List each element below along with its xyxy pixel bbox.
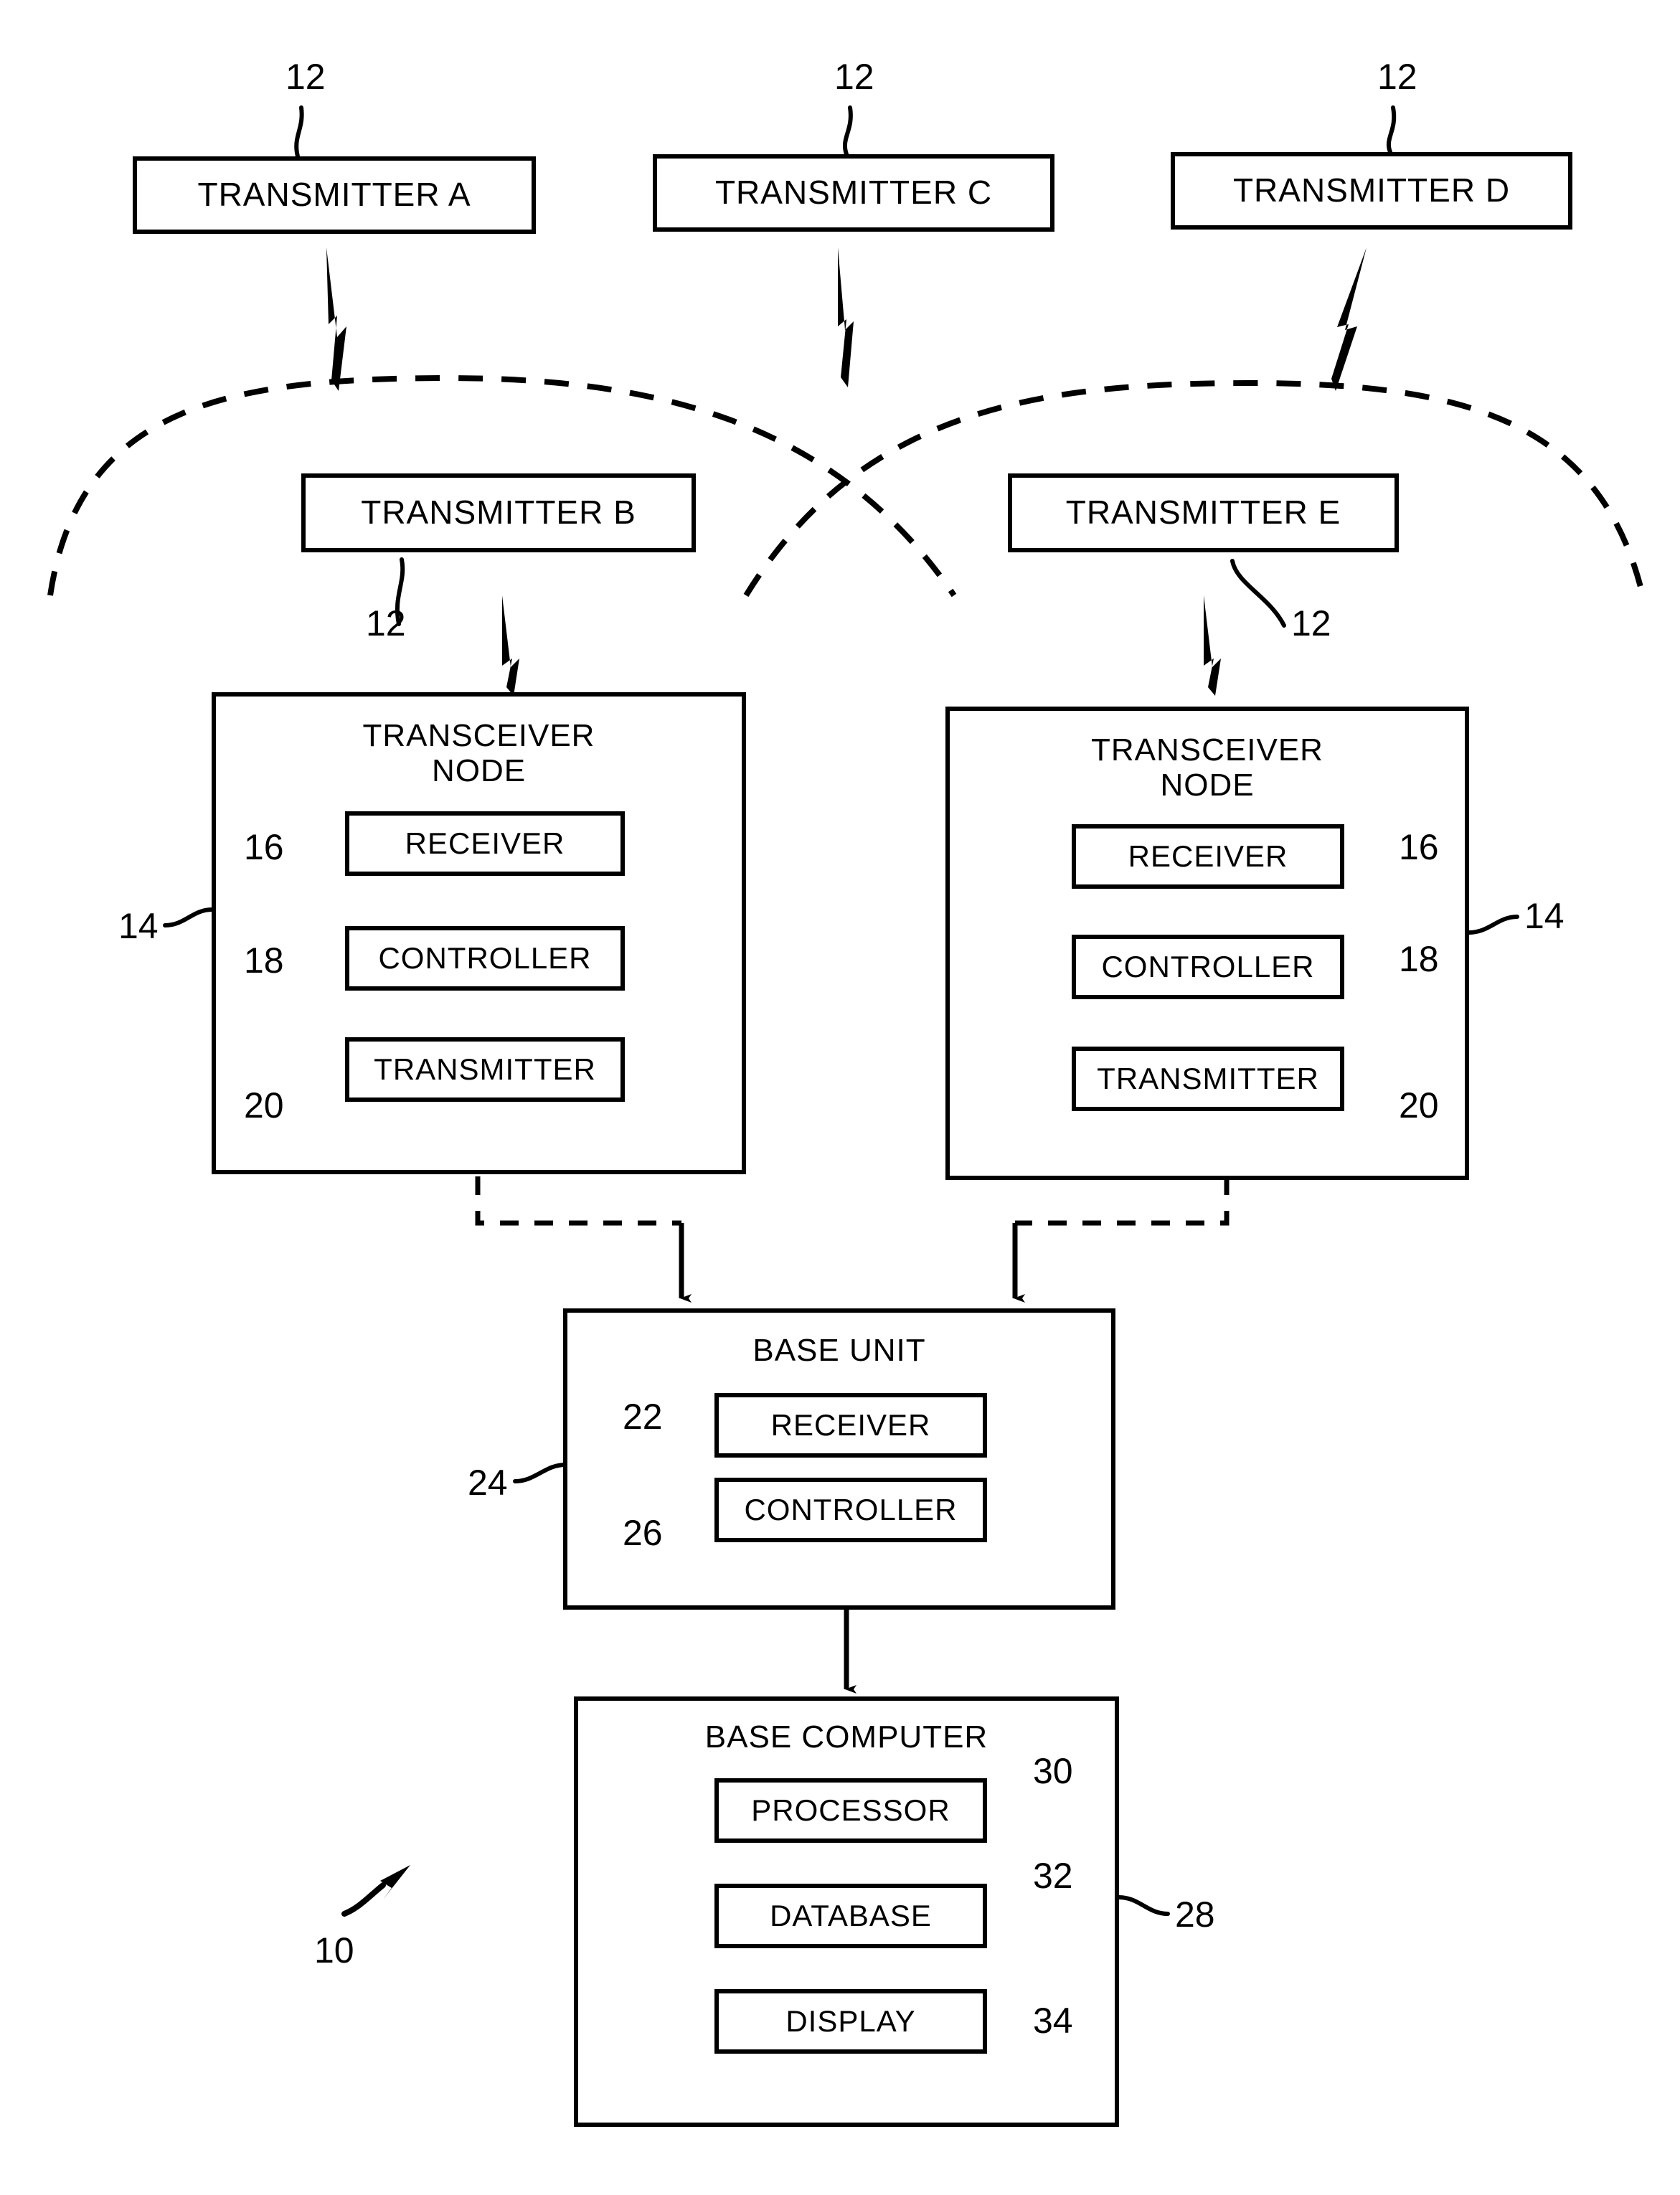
ref-20-right: 20: [1399, 1085, 1439, 1125]
transceiver-node-left-title: TRANSCEIVER NODE: [216, 718, 742, 789]
system-ref-arrow: [341, 1865, 410, 1917]
transceiver-node-left-title-line1: TRANSCEIVER: [362, 718, 595, 753]
transmitter-d-box: TRANSMITTER D: [1171, 152, 1572, 230]
transceiver-node-right-title-line2: NODE: [1160, 768, 1255, 803]
transceiver-node-left: TRANSCEIVER NODE RECEIVER CONTROLLER TRA…: [212, 692, 746, 1174]
base-computer-database-label: DATABASE: [770, 1899, 932, 1933]
ref-16-right: 16: [1399, 827, 1439, 867]
transceiver-node-left-transmitter-label: TRANSMITTER: [374, 1052, 596, 1087]
ref-28: 28: [1175, 1894, 1215, 1935]
transceiver-node-right-receiver-label: RECEIVER: [1128, 839, 1288, 874]
ref-16-left: 16: [244, 827, 284, 867]
ref-12-transmitter-b: 12: [366, 603, 406, 643]
transmitter-b-box: TRANSMITTER B: [301, 473, 696, 552]
transmitter-c-box: TRANSMITTER C: [653, 154, 1054, 232]
transceiver-node-left-controller-label: CONTROLLER: [378, 941, 592, 976]
ref-34: 34: [1033, 2001, 1073, 2041]
ref-32: 32: [1033, 1856, 1073, 1896]
ref-12-transmitter-d: 12: [1377, 57, 1417, 97]
transmitter-e-box: TRANSMITTER E: [1008, 473, 1399, 552]
transmitter-a-box: TRANSMITTER A: [133, 156, 536, 234]
transmitter-d-label: TRANSMITTER D: [1232, 171, 1511, 209]
base-unit: BASE UNIT RECEIVER CONTROLLER: [563, 1308, 1115, 1610]
base-computer-processor: PROCESSOR: [714, 1778, 987, 1843]
transceiver-node-left-transmitter: TRANSMITTER: [345, 1037, 625, 1102]
base-unit-receiver: RECEIVER: [714, 1393, 987, 1458]
base-computer-title: BASE COMPUTER: [704, 1719, 988, 1755]
base-computer-display: DISPLAY: [714, 1989, 987, 2054]
ref-10-system: 10: [314, 1930, 354, 1970]
ref-22: 22: [623, 1397, 663, 1437]
transmitter-a-label: TRANSMITTER A: [197, 176, 471, 214]
transmitter-c-label: TRANSMITTER C: [714, 174, 993, 212]
ref-14-right: 14: [1524, 896, 1565, 936]
transceiver-node-right-transmitter-label: TRANSMITTER: [1097, 1062, 1319, 1096]
transceiver-node-right-controller-label: CONTROLLER: [1101, 950, 1315, 984]
transceiver-node-left-controller: CONTROLLER: [345, 926, 625, 991]
ref-26: 26: [623, 1513, 663, 1553]
transmitter-b-label: TRANSMITTER B: [361, 494, 636, 532]
transceiver-node-right-receiver: RECEIVER: [1072, 824, 1344, 889]
transceiver-node-left-receiver: RECEIVER: [345, 811, 625, 876]
transceiver-node-right-transmitter: TRANSMITTER: [1072, 1047, 1344, 1111]
ref-18-left: 18: [244, 940, 284, 981]
ref-12-transmitter-e: 12: [1291, 603, 1331, 643]
transceiver-node-right-title: TRANSCEIVER NODE: [950, 732, 1465, 803]
transceiver-node-left-receiver-label: RECEIVER: [405, 826, 565, 861]
ref-12-transmitter-a: 12: [285, 57, 326, 97]
ref-30: 30: [1033, 1751, 1073, 1791]
transceiver-node-left-title-line2: NODE: [431, 753, 527, 789]
signal-zigzag-arrows: [326, 247, 1367, 696]
base-unit-title: BASE UNIT: [752, 1333, 926, 1368]
ref-12-transmitter-c: 12: [834, 57, 874, 97]
ref-18-right: 18: [1399, 939, 1439, 979]
base-unit-input-arrows: [679, 1223, 1025, 1303]
transceiver-node-right-controller: CONTROLLER: [1072, 935, 1344, 999]
transceiver-node-right-title-line1: TRANSCEIVER: [1091, 732, 1323, 768]
base-computer-processor-label: PROCESSOR: [751, 1793, 950, 1828]
ref-24: 24: [468, 1463, 508, 1503]
base-computer-database: DATABASE: [714, 1884, 987, 1948]
transceiver-node-right: TRANSCEIVER NODE RECEIVER CONTROLLER TRA…: [945, 707, 1469, 1180]
base-computer-display-label: DISPLAY: [785, 2004, 916, 2039]
base-unit-receiver-label: RECEIVER: [770, 1408, 931, 1443]
base-unit-controller: CONTROLLER: [714, 1478, 987, 1542]
base-unit-controller-label: CONTROLLER: [744, 1493, 958, 1527]
transmitter-e-label: TRANSMITTER E: [1065, 494, 1341, 532]
patent-figure: TRANSMITTER A 12 TRANSMITTER C 12 TRANSM…: [0, 0, 1680, 2195]
ref-14-left: 14: [118, 906, 159, 946]
ref-20-left: 20: [244, 1085, 284, 1125]
